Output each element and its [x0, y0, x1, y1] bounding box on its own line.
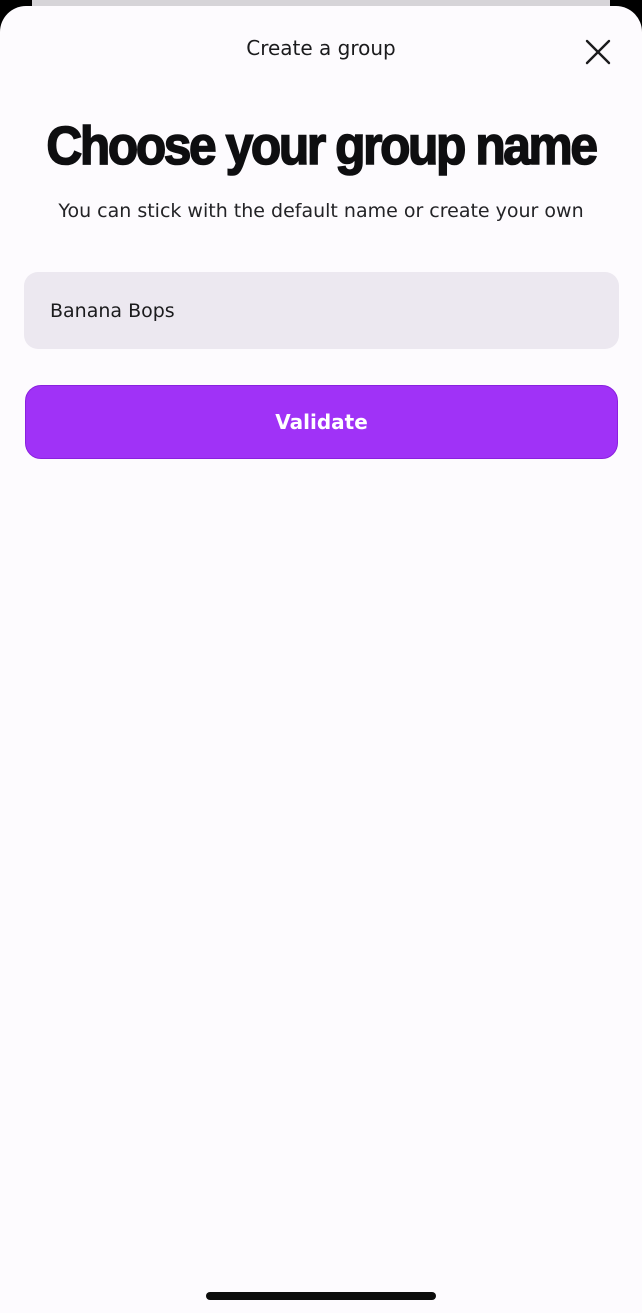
sheet-header: Create a group	[0, 6, 642, 92]
home-indicator	[206, 1292, 436, 1300]
create-group-sheet: Create a group Choose your group name Yo…	[0, 6, 642, 1313]
close-icon	[585, 39, 611, 65]
validate-button[interactable]: Validate	[25, 385, 618, 459]
sheet-title: Create a group	[246, 36, 396, 60]
page-subtitle: You can stick with the default name or c…	[58, 200, 584, 222]
close-button[interactable]	[580, 34, 616, 70]
page-headline: Choose your group name	[46, 115, 599, 177]
group-name-input[interactable]	[24, 272, 619, 349]
